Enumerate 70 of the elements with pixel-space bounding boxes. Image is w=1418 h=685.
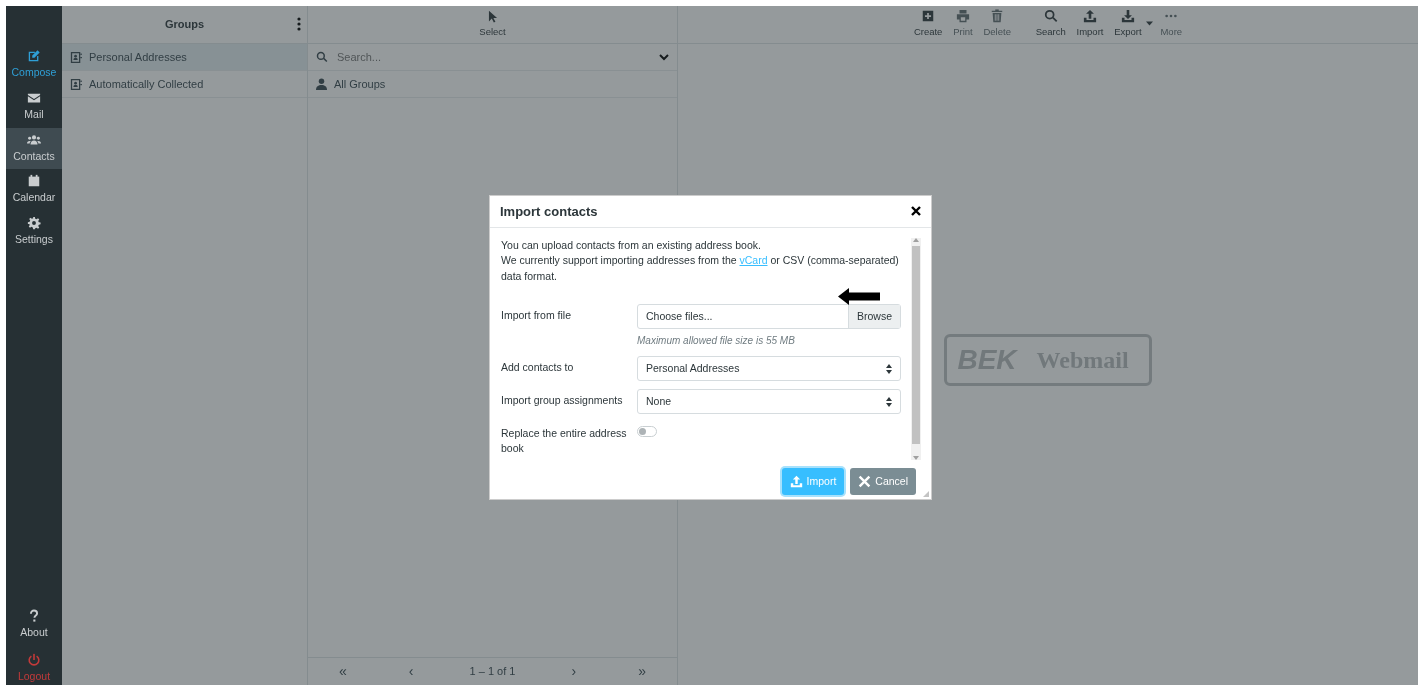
nav-item[interactable]: Mail: [6, 85, 62, 128]
field-label: Import group assignments: [501, 393, 624, 409]
select-field[interactable]: None: [637, 389, 901, 415]
next-page-button[interactable]: ›: [565, 661, 583, 682]
first-page-button[interactable]: «: [333, 661, 353, 682]
hint-text: Maximum allowed file size is 55 MB: [637, 334, 796, 349]
page-info: 1 – 1 of 1: [469, 664, 516, 680]
previous-page-button[interactable]: ‹: [402, 661, 420, 682]
close-icon: [911, 206, 921, 217]
people-icon: [27, 132, 41, 147]
pointer-arrow-icon: [838, 287, 880, 305]
upload-icon: [789, 475, 803, 489]
toolbar-button[interactable]: Export: [1110, 9, 1154, 40]
menu-button[interactable]: [297, 16, 301, 32]
address-book-icon: [70, 50, 82, 64]
file-input[interactable]: Choose files... Browse: [637, 304, 901, 330]
close-icon: [858, 475, 872, 489]
group-item[interactable]: Personal Addresses: [62, 44, 307, 71]
field-label: Add contacts to: [501, 360, 575, 376]
nav-item[interactable]: Compose: [6, 44, 62, 86]
search-icon: [1043, 9, 1058, 24]
upload-icon: [1083, 9, 1097, 24]
scroll-up-icon: [913, 237, 919, 242]
nav-item[interactable]: About: [6, 603, 62, 649]
group-label: Automatically Collected: [89, 76, 204, 92]
trash-icon: [990, 9, 1005, 24]
browse-button[interactable]: Browse: [848, 305, 900, 329]
printer-icon: [955, 9, 970, 24]
field-label: Replace the entire address book: [501, 426, 628, 457]
sort-arrows-icon: [886, 363, 892, 374]
nav-item[interactable]: Calendar: [6, 169, 62, 211]
calendar-icon: [27, 174, 41, 189]
scrollbar-thumb[interactable]: [912, 245, 920, 445]
caret-down-icon: [1145, 21, 1153, 27]
resize-grip-icon: [923, 491, 929, 497]
toolbar-button[interactable]: Import: [1072, 9, 1108, 40]
sort-arrows-icon: [886, 396, 892, 407]
toolbar-button[interactable]: Create: [909, 9, 947, 40]
toggle-switch[interactable]: [637, 426, 657, 438]
group-label: Personal Addresses: [89, 49, 187, 65]
gear-icon: [27, 216, 41, 230]
download-icon: [1120, 9, 1135, 24]
chevron-down-icon: [659, 53, 669, 61]
search-icon: [316, 51, 328, 63]
field-label: Import from file: [501, 308, 572, 324]
scroll-down-icon: [913, 456, 919, 461]
nav-item[interactable]: Logout: [6, 648, 62, 685]
address-book-icon: [70, 77, 82, 91]
toolbar-button[interactable]: Search: [1031, 9, 1070, 40]
nav-item[interactable]: Settings: [6, 211, 62, 253]
select-field[interactable]: Personal Addresses: [637, 356, 901, 382]
person-icon: [316, 78, 327, 90]
power-icon: [27, 653, 41, 668]
cancel-button[interactable]: Cancel: [850, 468, 916, 496]
dialog-title: Import contacts: [500, 202, 598, 221]
file-placeholder: Choose files...: [646, 308, 713, 324]
list-item[interactable]: All Groups: [334, 75, 386, 93]
panel-title: Groups: [164, 17, 205, 33]
close-button[interactable]: [911, 206, 921, 217]
last-page-button[interactable]: »: [632, 661, 652, 682]
select-button[interactable]: Select: [475, 9, 510, 40]
search-field[interactable]: Search...: [335, 47, 652, 67]
intro-text: You can upload contacts from an existing address book. We currently support importing addresses from the vCard or CSV (comma-separated) data format.: [501, 237, 900, 284]
kebab-menu-icon: [297, 16, 301, 32]
question-mark-icon: [27, 608, 41, 623]
dropdown-button[interactable]: [659, 53, 669, 61]
group-item[interactable]: Automatically Collected: [62, 71, 307, 98]
scrollbar[interactable]: [911, 237, 921, 461]
cursor-icon: [487, 9, 498, 23]
nav-item[interactable]: Contacts: [6, 127, 62, 170]
